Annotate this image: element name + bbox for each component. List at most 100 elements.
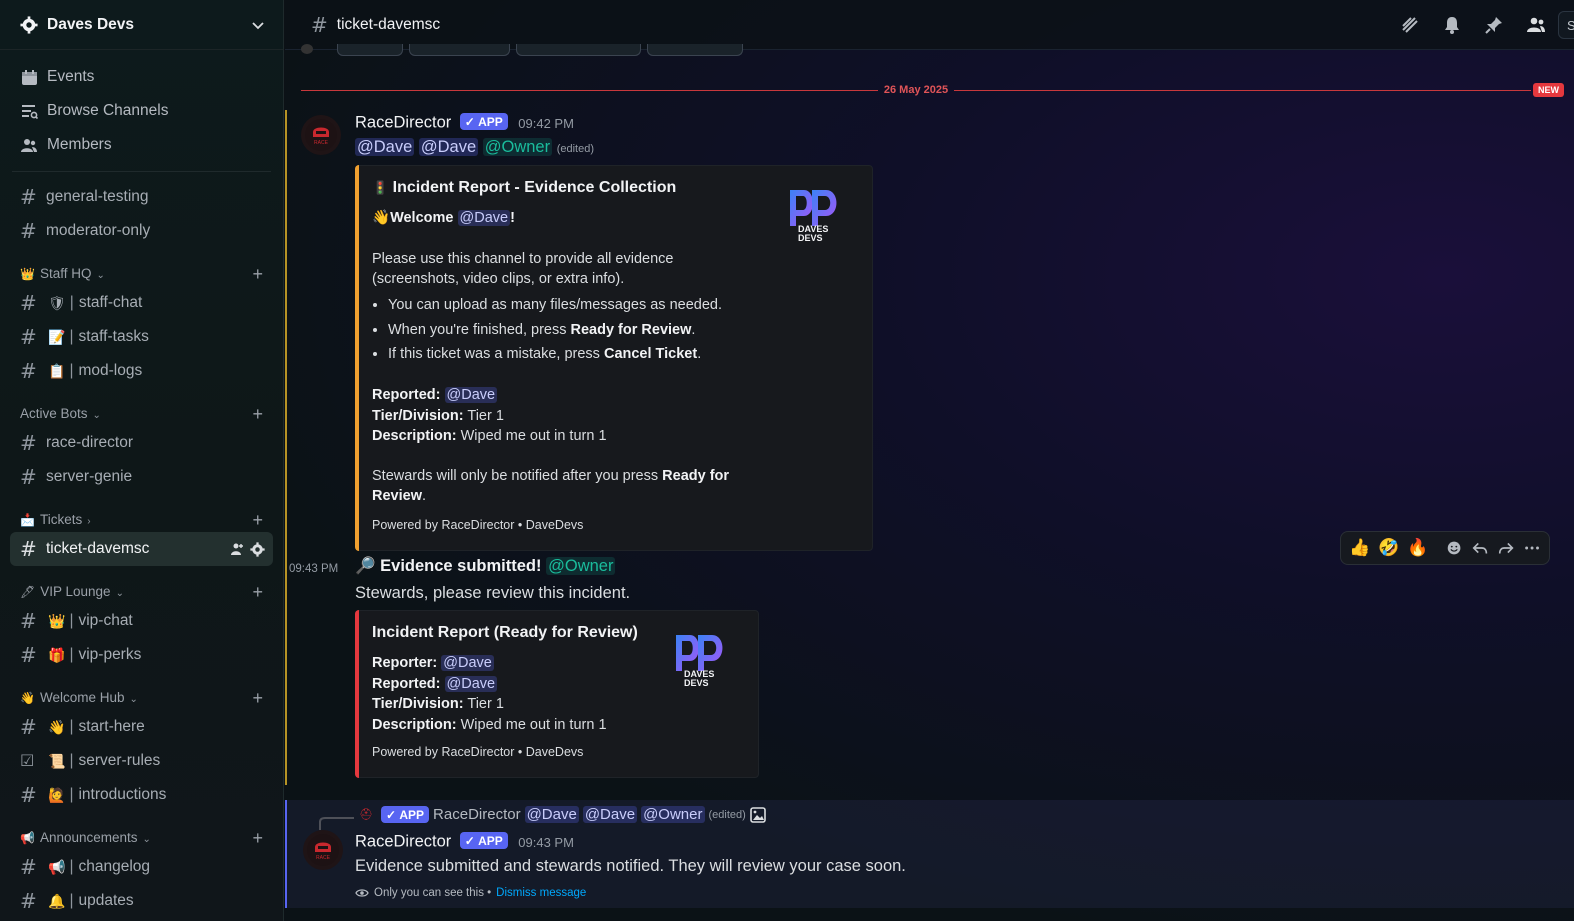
chevron-down-icon[interactable] <box>251 18 265 32</box>
threads-icon[interactable] <box>1400 15 1420 35</box>
welcome-label: Welcome <box>390 210 454 226</box>
message-button[interactable] <box>516 44 641 56</box>
eye-icon <box>355 889 369 897</box>
user-mention[interactable]: @Dave <box>355 138 415 156</box>
role-mention[interactable]: @Owner <box>546 557 616 575</box>
pin-icon[interactable] <box>1484 15 1504 35</box>
channel-mod-logs[interactable]: # 📋 | mod-logs <box>0 354 273 388</box>
member-list-icon[interactable] <box>1526 15 1546 35</box>
wave-icon: 👋 <box>372 210 391 226</box>
author-name[interactable]: RaceDirector <box>355 833 451 851</box>
user-mention: @Dave <box>582 806 638 823</box>
category-label: VIP Lounge <box>40 584 111 599</box>
channel-vip-chat[interactable]: # 👑 | vip-chat <box>0 604 273 638</box>
separator: | <box>69 858 74 875</box>
channel-changelog[interactable]: # 📢 | changelog <box>0 850 273 884</box>
forward-icon[interactable] <box>1497 538 1515 558</box>
add-channel-icon[interactable]: + <box>252 583 263 601</box>
avatar[interactable]: RACE <box>301 115 341 155</box>
add-channel-icon[interactable]: + <box>252 405 263 423</box>
notification-bell-icon[interactable] <box>1442 15 1462 35</box>
category-emoji: 👋 <box>20 691 35 705</box>
channel-staff-chat[interactable]: # 🛡 | staff-chat <box>0 286 273 320</box>
separator: | <box>69 718 74 735</box>
channel-race-director[interactable]: # race-director <box>0 426 273 460</box>
reaction-rofl[interactable]: 🤣 <box>1378 538 1399 558</box>
channel-moderator-only[interactable]: # moderator-only <box>0 214 273 248</box>
channel-vip-perks[interactable]: # 🎁 | vip-perks <box>0 638 273 672</box>
category-emoji: 🖋 <box>20 585 36 599</box>
add-reaction-icon[interactable] <box>1445 538 1463 558</box>
search-input[interactable]: Se <box>1558 11 1574 39</box>
nav-browse-label: Browse Channels <box>47 102 169 119</box>
category-tickets[interactable]: 📩 Tickets › + <box>0 500 283 532</box>
more-options-icon[interactable] <box>1523 538 1541 558</box>
nav-members[interactable]: Members <box>0 128 283 162</box>
category-active-bots[interactable]: Active Bots ⌄ + <box>0 394 283 426</box>
role-mention[interactable]: @Owner <box>482 138 553 156</box>
message-text: Evidence submitted and stewards notified… <box>355 857 906 875</box>
svg-text:RACE: RACE <box>316 855 331 861</box>
reply-preview[interactable]: ⛑ ✓ APP RaceDirector @Dave @Dave @Owner … <box>359 806 766 823</box>
reaction-thumbs-up[interactable]: 👍 <box>1349 538 1370 558</box>
hashtag-icon: # <box>20 219 37 243</box>
add-channel-icon[interactable]: + <box>252 689 263 707</box>
category-welcome-hub[interactable]: 👋 Welcome Hub ⌄ + <box>0 678 283 710</box>
nav-browse-channels[interactable]: Browse Channels <box>0 94 283 128</box>
daves-devs-logo: DAVES DEVS <box>786 186 844 244</box>
channel-general-testing[interactable]: # general-testing <box>0 180 273 214</box>
channel-emoji: 📝 <box>48 328 66 345</box>
user-mention[interactable]: @Dave <box>444 675 498 692</box>
reply-icon[interactable] <box>1471 538 1489 558</box>
nav-events[interactable]: Events <box>0 60 283 94</box>
category-vip-lounge[interactable]: 🖋 VIP Lounge ⌄ + <box>0 572 283 604</box>
date-label: 26 May 2025 <box>883 84 949 96</box>
previous-message-buttons <box>301 44 743 56</box>
message-button[interactable] <box>409 44 510 56</box>
add-channel-icon[interactable]: + <box>252 511 263 529</box>
server-header[interactable]: Daves Devs <box>0 0 283 50</box>
channel-start-here[interactable]: # 👋 | start-here <box>0 710 273 744</box>
hashtag-icon: # <box>20 643 37 667</box>
calendar-icon <box>20 68 38 86</box>
channel-server-genie[interactable]: # server-genie <box>0 460 273 494</box>
embed-evidence-collection: 🚦 Incident Report - Evidence Collection … <box>355 165 873 551</box>
user-mention[interactable]: @Dave <box>418 138 479 156</box>
channel-emoji: 🛡 <box>48 294 66 311</box>
category-label: Announcements <box>39 830 138 845</box>
channel-ticket-davemsc[interactable]: # ticket-davemsc <box>10 532 273 566</box>
dismiss-message-link[interactable]: Dismiss message <box>496 887 586 899</box>
author-name[interactable]: RaceDirector <box>355 114 451 132</box>
chevron-down-icon: ⌄ <box>115 588 124 599</box>
message-button[interactable] <box>337 44 403 56</box>
bullet-item: When you're finished, press Ready for Re… <box>388 318 858 343</box>
app-badge: ✓ APP <box>380 806 430 823</box>
channel-emoji: 📢 <box>48 858 66 875</box>
field-label: Reported: <box>372 675 441 692</box>
channel-settings-icon[interactable] <box>250 541 265 557</box>
channel-server-rules[interactable]: ☑ 📜 | server-rules <box>0 744 273 778</box>
svg-text:RACE: RACE <box>314 140 329 146</box>
magnifier-icon: 🔎 <box>355 557 376 575</box>
reply-avatar-icon: ⛑ <box>359 809 373 821</box>
reaction-fire[interactable]: 🔥 <box>1407 538 1428 558</box>
category-announcements[interactable]: 📢 Announcements ⌄ + <box>0 818 283 850</box>
user-mention: @Owner <box>641 806 705 823</box>
add-channel-icon[interactable]: + <box>252 829 263 847</box>
category-staff-hq[interactable]: 👑 Staff HQ ⌄ + <box>0 254 283 286</box>
category-label: Active Bots <box>20 406 88 421</box>
user-mention[interactable]: @Dave <box>441 655 494 671</box>
invite-member-icon[interactable] <box>230 542 244 556</box>
channel-staff-tasks[interactable]: # 📝 | staff-tasks <box>0 320 273 354</box>
channel-introductions[interactable]: # 🙋 | introductions <box>0 778 273 812</box>
add-channel-icon[interactable]: + <box>252 265 263 283</box>
channel-emoji: 📜 <box>48 752 66 769</box>
channel-updates[interactable]: # 🔔 | updates <box>0 884 273 918</box>
user-mention[interactable]: @Dave <box>457 210 511 226</box>
user-mention[interactable]: @Dave <box>444 387 498 403</box>
message-actions-bar: 👍 🤣 🔥 <box>1340 531 1550 565</box>
avatar[interactable]: RACE <box>303 830 343 870</box>
hashtag-icon: # <box>20 889 37 913</box>
message-button[interactable] <box>647 44 743 56</box>
timestamp: 09:43 PM <box>289 563 339 575</box>
